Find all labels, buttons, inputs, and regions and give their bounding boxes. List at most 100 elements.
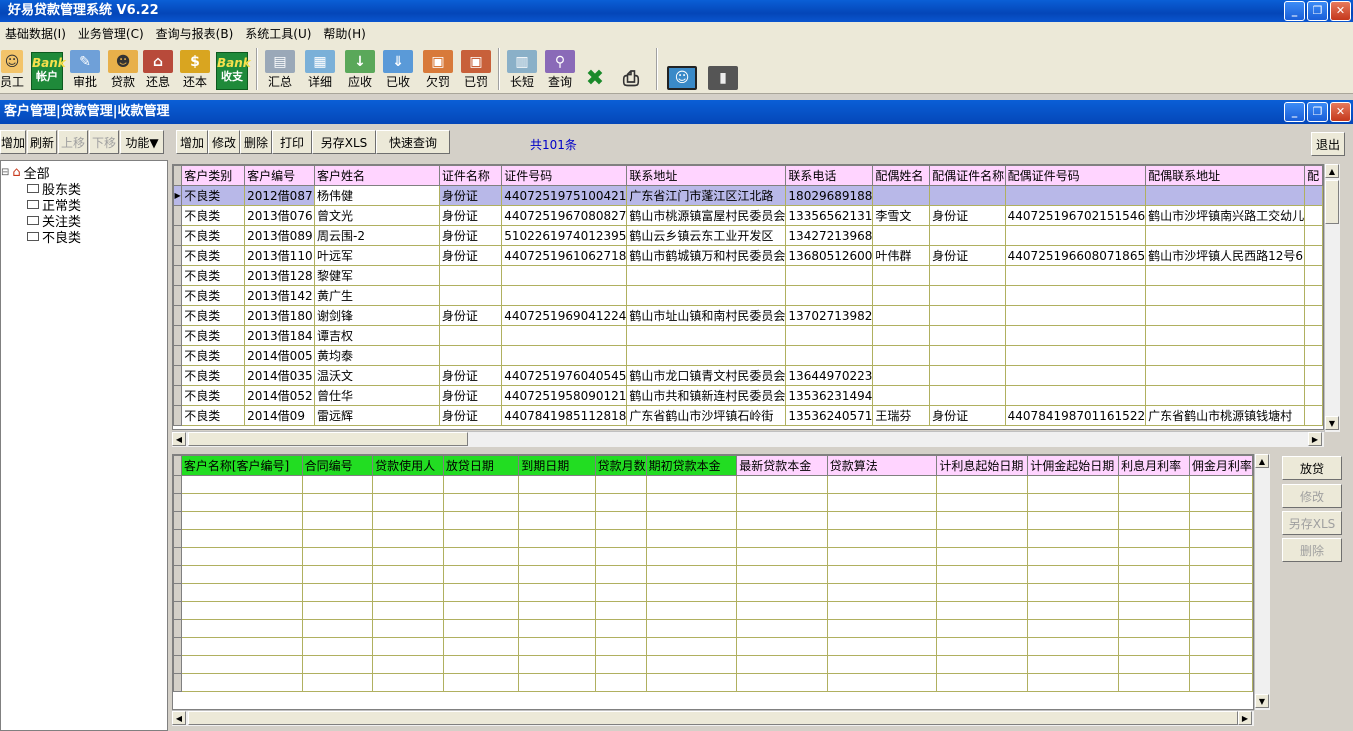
table-cell[interactable] [1188,475,1253,494]
query-button[interactable]: ⚲ 查询 [542,50,578,90]
table-cell[interactable] [518,565,596,584]
table-cell[interactable] [1304,265,1323,286]
table-cell[interactable]: 曾仕华 [314,385,440,406]
table-cell[interactable] [1304,245,1323,266]
loan-edit-button[interactable]: 修改 [1282,484,1342,508]
table-cell[interactable] [936,511,1029,530]
table-cell[interactable] [645,655,738,674]
scroll-down-arrow-icon[interactable]: ▼ [1255,694,1269,708]
table-cell[interactable] [1188,619,1253,638]
table-cell[interactable] [736,475,828,494]
table-cell[interactable]: 2013借128 [244,265,316,286]
table-cell[interactable] [518,619,596,638]
table-cell[interactable] [1118,565,1190,584]
table-cell[interactable] [826,583,938,602]
function-menu-button[interactable]: 功能▼ [120,130,164,154]
table-cell[interactable]: 2014借052 [244,385,316,406]
table-cell[interactable] [1188,601,1253,620]
table-cell[interactable] [645,673,738,692]
table-cell[interactable] [372,655,444,674]
table-cell[interactable] [1188,511,1253,530]
table-cell[interactable] [826,673,938,692]
table-cell[interactable]: 2013借110 [244,245,316,266]
table-row[interactable]: 不良类 2013借180 谢剑锋 身份证 4407251969041224 鹤山市址山镇和… [173,305,1323,326]
table-cell[interactable]: 13536231494 [785,385,874,406]
print-button[interactable]: ⎙ [614,50,648,90]
table-cell[interactable] [1188,655,1253,674]
table-cell[interactable] [929,305,1006,326]
table-cell[interactable] [929,365,1006,386]
table-cell[interactable] [301,493,374,512]
customer-add-button[interactable]: 增加 [176,130,208,154]
table-cell[interactable]: 2013借142 [244,285,316,306]
table-cell[interactable] [438,285,503,306]
table-cell[interactable] [645,565,738,584]
table-cell[interactable] [1145,285,1306,306]
table-cell[interactable] [442,493,520,512]
table-cell[interactable] [929,185,1006,206]
table-cell[interactable] [736,637,828,656]
table-cell[interactable] [1145,225,1306,246]
table-cell[interactable] [785,345,874,366]
table-cell[interactable] [1027,619,1120,638]
table-cell[interactable] [372,673,444,692]
table-cell[interactable] [372,511,444,530]
receivable-button[interactable]: ↓ 应收 [342,50,378,90]
table-cell[interactable] [736,583,828,602]
table-cell[interactable] [1145,265,1306,286]
table-cell[interactable] [442,673,520,692]
table-cell[interactable]: 身份证 [438,205,503,226]
table-cell[interactable] [518,583,596,602]
table-cell[interactable] [929,345,1006,366]
table-cell[interactable] [1004,285,1147,306]
table-cell[interactable]: 温沃文 [314,365,440,386]
table-cell[interactable] [518,493,596,512]
table-cell[interactable] [372,583,444,602]
table-cell[interactable]: 鹤山云乡镇云东工业开发区 [626,225,787,246]
table-cell[interactable]: 4407251969041224 [501,305,628,326]
table-cell[interactable] [1304,385,1323,406]
table-cell[interactable] [442,619,520,638]
table-cell[interactable] [594,655,647,674]
table-cell[interactable] [736,673,828,692]
loan-column-header[interactable]: 贷款月数 [594,455,647,476]
table-cell[interactable] [1188,565,1253,584]
table-cell[interactable]: 4407251975100421 [501,185,628,206]
table-cell[interactable] [1004,225,1147,246]
table-cell[interactable] [736,655,828,674]
table-cell[interactable]: 身份证 [438,185,503,206]
customer-column-header[interactable]: 证件名称 [438,165,503,186]
customer-column-header[interactable]: 客户类别 [181,165,246,186]
table-cell[interactable]: 4407251967080827 [501,205,628,226]
table-cell[interactable]: 身份证 [929,405,1006,426]
table-cell[interactable] [372,493,444,512]
table-cell[interactable]: 鹤山市共和镇新连村民委员会 [626,385,787,406]
table-cell[interactable] [929,265,1006,286]
table-cell[interactable] [736,601,828,620]
menu-business[interactable]: 业务管理(C) [73,25,149,42]
table-cell[interactable] [872,365,931,386]
table-cell[interactable]: 身份证 [438,225,503,246]
table-cell[interactable] [936,565,1029,584]
table-cell[interactable]: 13702713982 [785,305,874,326]
table-cell[interactable] [1188,547,1253,566]
table-cell[interactable] [442,583,520,602]
table-cell[interactable] [301,583,374,602]
table-cell[interactable] [1027,673,1120,692]
table-cell[interactable] [936,547,1029,566]
table-cell[interactable] [1118,637,1190,656]
table-cell[interactable] [826,529,938,548]
table-row[interactable] [173,493,1253,512]
table-cell[interactable] [736,511,828,530]
table-cell[interactable] [626,285,787,306]
table-cell[interactable] [1188,637,1253,656]
table-cell[interactable] [1145,325,1306,346]
table-cell[interactable] [180,673,303,692]
table-cell[interactable]: 2013借076 [244,205,316,226]
loan-grid-vscroll[interactable]: ▲ ▼ [1254,454,1270,710]
table-cell[interactable] [442,529,520,548]
table-cell[interactable] [442,511,520,530]
table-cell[interactable] [936,529,1029,548]
table-cell[interactable] [1027,529,1120,548]
table-cell[interactable] [1118,529,1190,548]
